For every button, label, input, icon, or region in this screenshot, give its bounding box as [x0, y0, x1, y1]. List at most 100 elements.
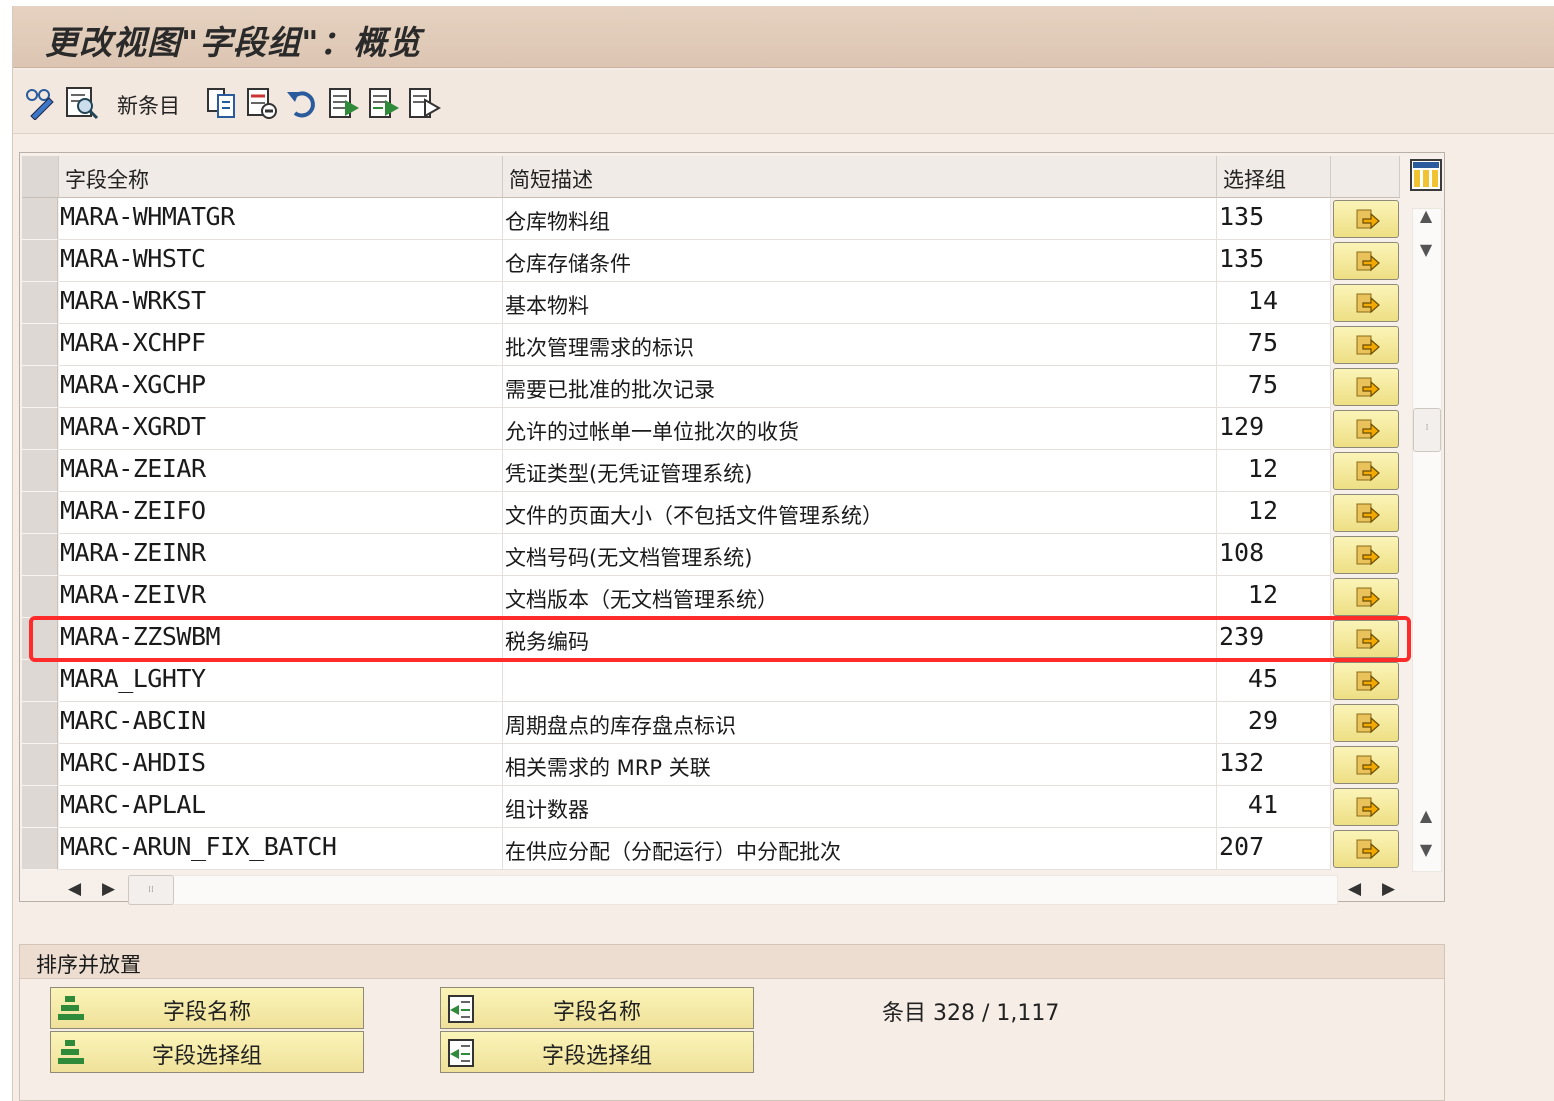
table-row[interactable]: MARA-XGCHP 需要已批准的批次记录 75 — [22, 366, 1400, 408]
table-row[interactable]: MARA-ZEIAR 凭证类型(无凭证管理系统) 12 — [22, 450, 1400, 492]
navigate-button[interactable] — [1333, 746, 1399, 784]
row-selector[interactable] — [22, 576, 58, 618]
table-row[interactable]: MARA-WHMATGR 仓库物料组 135 — [22, 198, 1400, 240]
table-row[interactable]: MARA-ZZSWBM 税务编码 239 — [22, 618, 1400, 660]
navigate-button[interactable] — [1333, 284, 1399, 322]
row-selector[interactable] — [22, 282, 58, 324]
column-header-selection-group[interactable]: 选择组 — [1217, 156, 1331, 198]
table-row[interactable]: MARA-WRKST 基本物料 14 — [22, 282, 1400, 324]
row-selector[interactable] — [22, 198, 58, 240]
navigate-button[interactable] — [1333, 620, 1399, 658]
page-up-icon[interactable]: ▲ — [1416, 806, 1436, 826]
description-cell: 需要已批准的批次记录 — [503, 366, 1217, 408]
row-selector[interactable] — [22, 786, 58, 828]
scroll-right-end-icon[interactable]: ▶ — [1382, 879, 1395, 899]
navigate-button[interactable] — [1333, 536, 1399, 574]
selection-group-cell[interactable]: 207 — [1217, 828, 1331, 870]
row-selector[interactable] — [22, 744, 58, 786]
row-selector[interactable] — [22, 492, 58, 534]
navigate-button[interactable] — [1333, 662, 1399, 700]
scroll-down-icon[interactable]: ▼ — [1416, 240, 1436, 260]
vertical-scrollbar[interactable]: ▲ ▼ ⁞ ▲ ▼ — [1408, 156, 1444, 872]
position-by-field-group-button[interactable]: 字段选择组 — [440, 1031, 754, 1073]
table-row[interactable]: MARA-XGRDT 允许的过帐单一单位批次的收货 129 — [22, 408, 1400, 450]
select-all-rows-cell[interactable] — [22, 156, 59, 198]
navigate-button[interactable] — [1333, 410, 1399, 448]
table-row[interactable]: MARA-ZEINR 文档号码(无文档管理系统) 108 — [22, 534, 1400, 576]
select-all-icon[interactable] — [327, 86, 361, 120]
scroll-left-icon[interactable]: ◀ — [68, 879, 81, 899]
selection-group-cell[interactable]: 239 — [1217, 618, 1331, 660]
selection-group-cell[interactable]: 75 — [1217, 324, 1331, 366]
table-row[interactable]: MARC-ARUN_FIX_BATCH 在供应分配（分配运行）中分配批次 207 — [22, 828, 1400, 870]
selection-group-cell[interactable]: 108 — [1217, 534, 1331, 576]
navigate-button[interactable] — [1333, 242, 1399, 280]
row-selector[interactable] — [22, 660, 58, 702]
table-row[interactable]: MARC-AHDIS 相关需求的 MRP 关联 132 — [22, 744, 1400, 786]
row-selector[interactable] — [22, 324, 58, 366]
navigate-cell — [1331, 450, 1400, 492]
table-row[interactable]: MARA_LGHTY 45 — [22, 660, 1400, 702]
horizontal-scroll-thumb[interactable]: ⁞⁞ — [128, 875, 174, 905]
navigate-button[interactable] — [1333, 200, 1399, 238]
navigate-button[interactable] — [1333, 494, 1399, 532]
deselect-all-icon[interactable] — [407, 86, 441, 120]
horizontal-scroll-track[interactable] — [128, 875, 1338, 905]
selection-group-cell[interactable]: 12 — [1217, 576, 1331, 618]
navigate-button[interactable] — [1333, 368, 1399, 406]
vertical-scroll-track[interactable] — [1412, 208, 1442, 872]
scroll-up-icon[interactable]: ▲ — [1416, 206, 1436, 226]
selection-group-cell[interactable]: 135 — [1217, 198, 1331, 240]
selection-group-cell[interactable]: 29 — [1217, 702, 1331, 744]
column-header-field-name[interactable]: 字段全称 — [59, 156, 503, 198]
selection-group-cell[interactable]: 12 — [1217, 492, 1331, 534]
delete-icon[interactable] — [245, 86, 279, 120]
navigate-button[interactable] — [1333, 326, 1399, 364]
position-by-field-name-button[interactable]: 字段名称 — [440, 987, 754, 1029]
display-change-icon[interactable] — [23, 86, 57, 120]
copy-icon[interactable] — [205, 86, 239, 120]
navigate-cell — [1331, 240, 1400, 282]
navigate-cell — [1331, 492, 1400, 534]
navigate-button[interactable] — [1333, 452, 1399, 490]
row-selector[interactable] — [22, 534, 58, 576]
scroll-right-icon[interactable]: ▶ — [102, 879, 115, 899]
navigate-button[interactable] — [1333, 788, 1399, 826]
row-selector[interactable] — [22, 450, 58, 492]
scroll-left-end-icon[interactable]: ◀ — [1348, 879, 1361, 899]
row-selector[interactable] — [22, 366, 58, 408]
navigate-button[interactable] — [1333, 704, 1399, 742]
horizontal-scrollbar[interactable]: ◀ ▶ ⁞⁞ ◀ ▶ — [58, 875, 1400, 905]
select-block-icon[interactable] — [367, 86, 401, 120]
table-row[interactable]: MARC-ABCIN 周期盘点的库存盘点标识 29 — [22, 702, 1400, 744]
navigate-button[interactable] — [1333, 578, 1399, 616]
selection-group-cell[interactable]: 41 — [1217, 786, 1331, 828]
row-selector[interactable] — [22, 828, 58, 870]
selection-group-cell[interactable]: 45 — [1217, 660, 1331, 702]
column-header-description[interactable]: 简短描述 — [503, 156, 1217, 198]
table-row[interactable]: MARA-XCHPF 批次管理需求的标识 75 — [22, 324, 1400, 366]
table-row[interactable]: MARA-ZEIVR 文档版本（无文档管理系统） 12 — [22, 576, 1400, 618]
table-row[interactable]: MARA-ZEIFO 文件的页面大小（不包括文件管理系统） 12 — [22, 492, 1400, 534]
sort-by-field-group-button[interactable]: 字段选择组 — [50, 1031, 364, 1073]
vertical-scroll-thumb[interactable]: ⁞ — [1413, 408, 1441, 452]
selection-group-cell[interactable]: 129 — [1217, 408, 1331, 450]
undo-icon[interactable] — [285, 86, 319, 120]
navigate-button[interactable] — [1333, 830, 1399, 868]
sort-by-field-name-button[interactable]: 字段名称 — [50, 987, 364, 1029]
detail-icon[interactable] — [65, 86, 99, 120]
row-selector[interactable] — [22, 408, 58, 450]
selection-group-cell[interactable]: 14 — [1217, 282, 1331, 324]
row-selector[interactable] — [22, 618, 58, 660]
row-selector[interactable] — [22, 240, 58, 282]
selection-group-cell[interactable]: 132 — [1217, 744, 1331, 786]
description-cell: 文档号码(无文档管理系统) — [503, 534, 1217, 576]
selection-group-cell[interactable]: 135 — [1217, 240, 1331, 282]
page-down-icon[interactable]: ▼ — [1416, 840, 1436, 860]
new-entries-button[interactable]: 新条目 — [117, 90, 180, 120]
row-selector[interactable] — [22, 702, 58, 744]
table-row[interactable]: MARC-APLAL 组计数器 41 — [22, 786, 1400, 828]
selection-group-cell[interactable]: 12 — [1217, 450, 1331, 492]
selection-group-cell[interactable]: 75 — [1217, 366, 1331, 408]
table-row[interactable]: MARA-WHSTC 仓库存储条件 135 — [22, 240, 1400, 282]
